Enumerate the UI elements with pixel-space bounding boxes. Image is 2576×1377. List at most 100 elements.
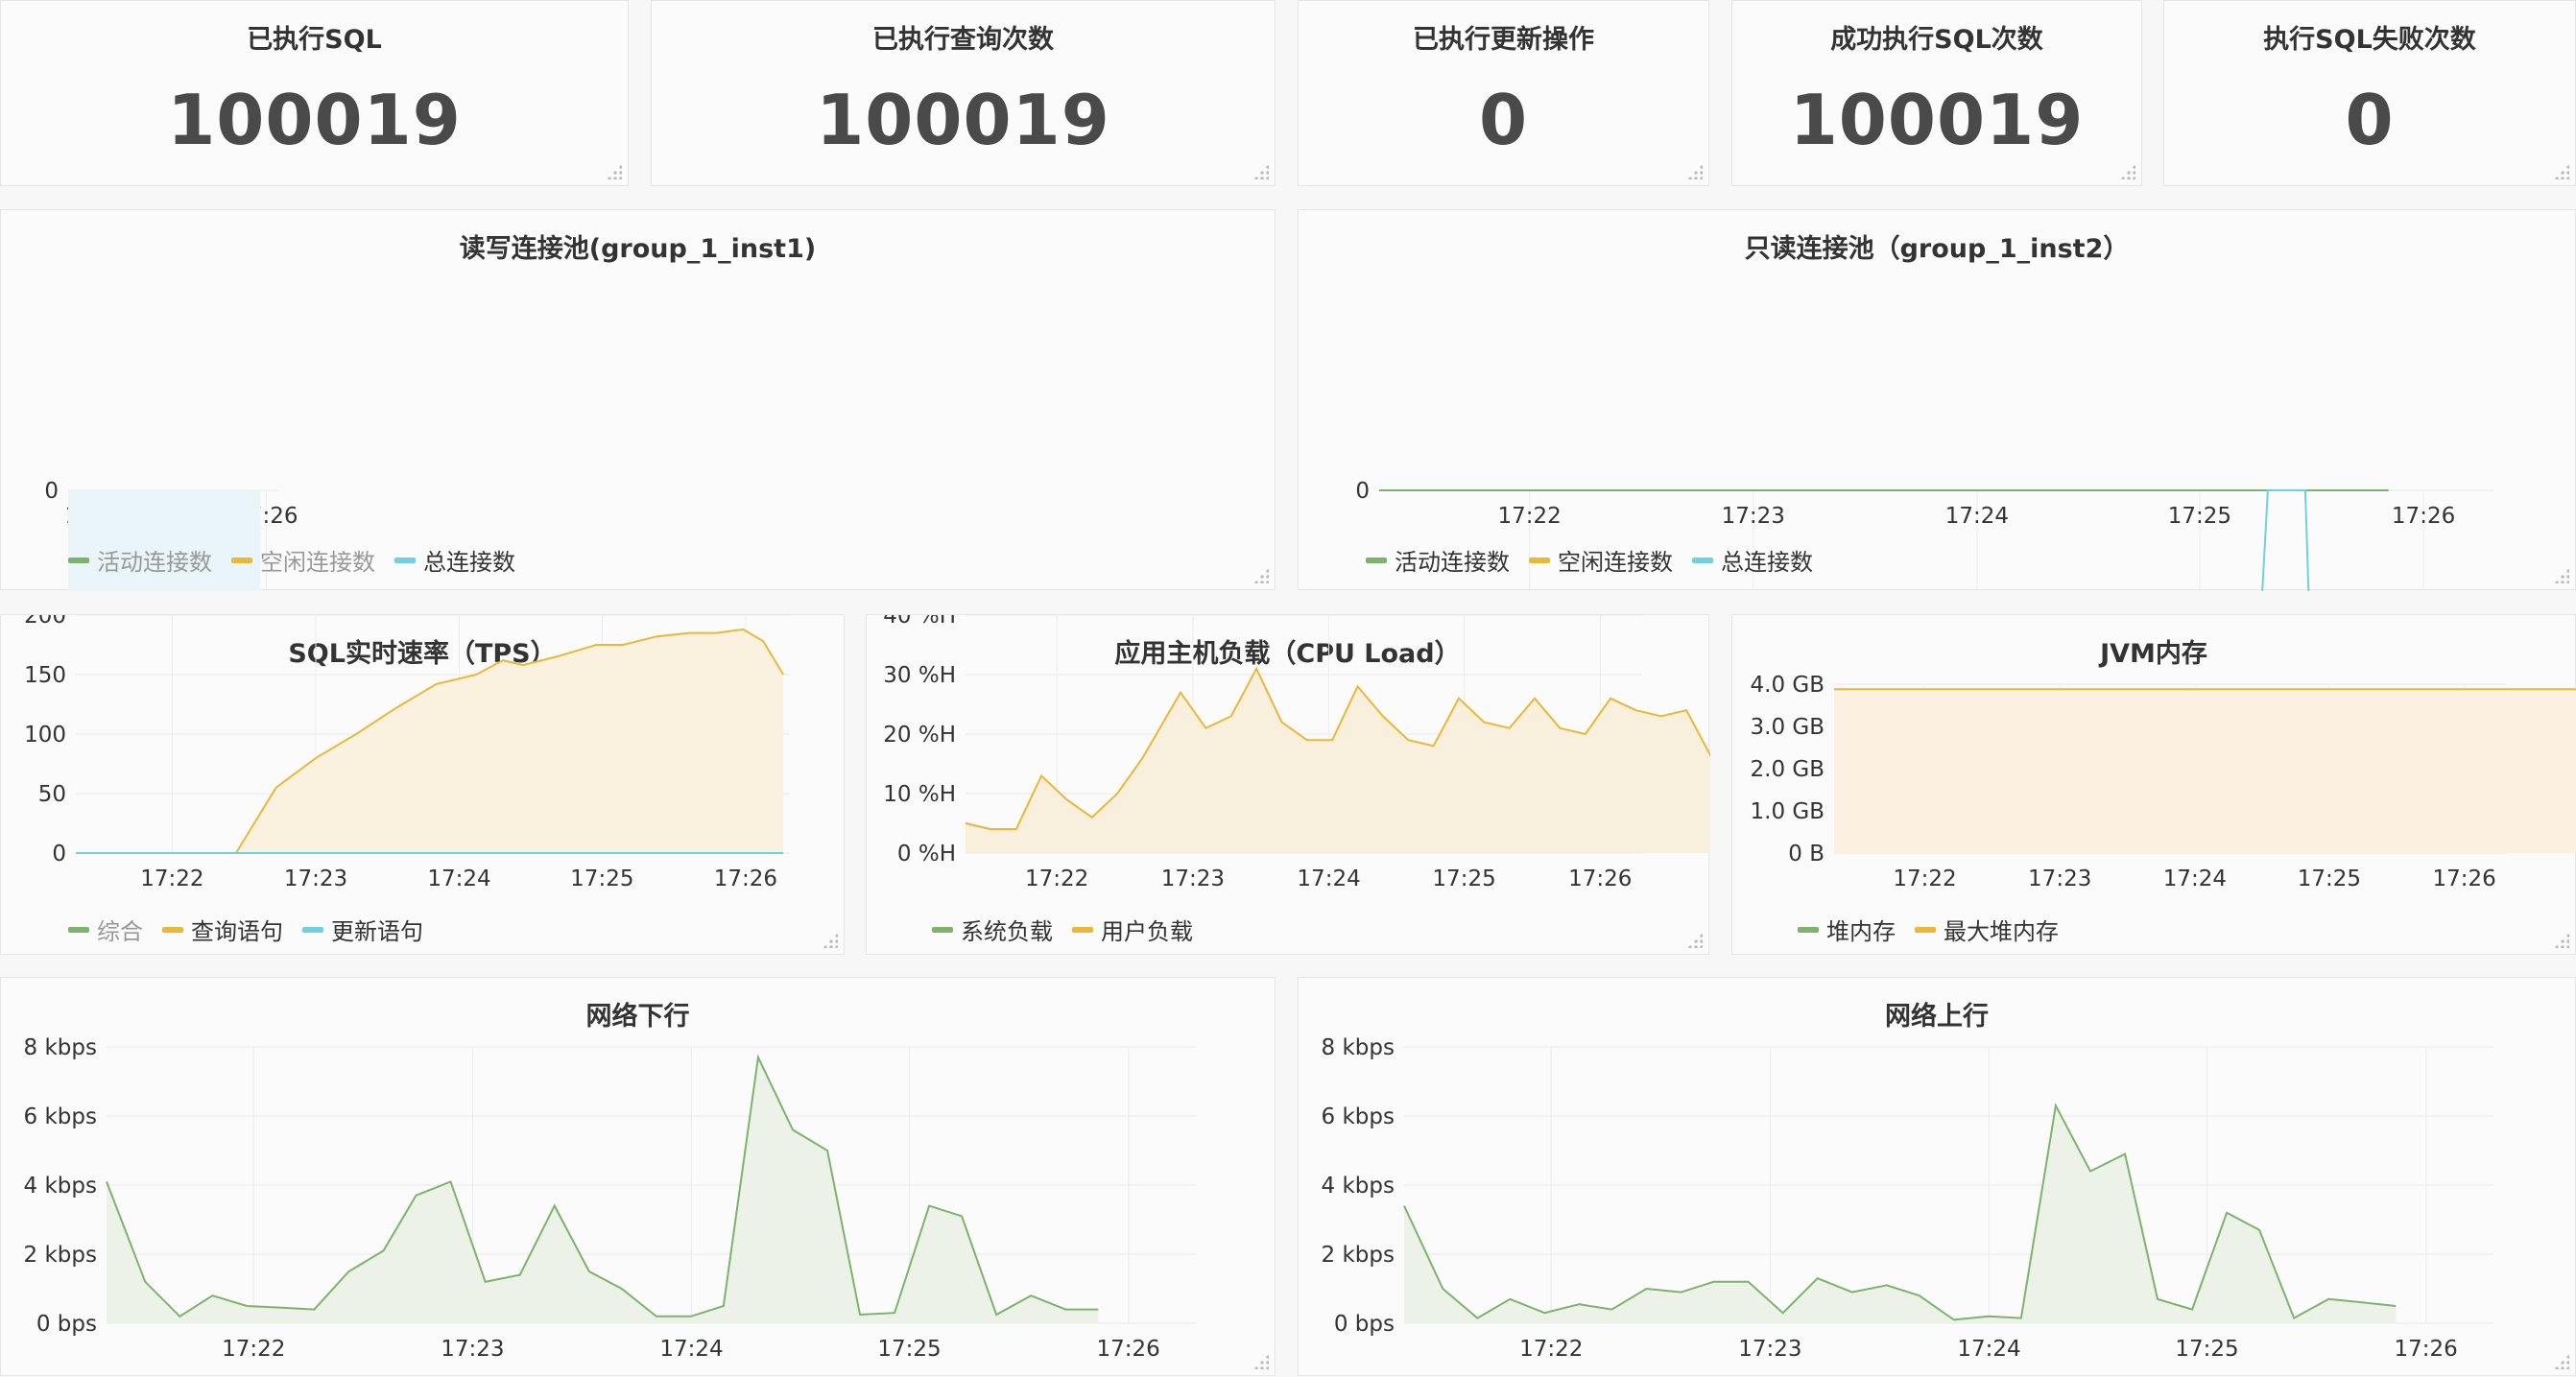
- legend-item[interactable]: 活动连接数: [1366, 543, 1510, 577]
- legend-swatch: [68, 557, 89, 563]
- x-tick-label: 17:23: [1722, 504, 1785, 529]
- y-tick-label: 20 %H: [883, 723, 956, 748]
- legend-item[interactable]: 总连接数: [394, 543, 515, 577]
- stat-panel-executed-updates[interactable]: 已执行更新操作 0: [1298, 0, 1709, 186]
- legend: 堆内存 最大堆内存: [1798, 913, 2059, 946]
- x-tick-label: 17:22: [1893, 867, 1956, 891]
- stat-panel-executed-sql[interactable]: 已执行SQL 100019: [0, 0, 629, 186]
- y-tick-label: 10 %H: [883, 782, 956, 807]
- legend-item[interactable]: 活动连接数: [68, 543, 212, 577]
- y-tick-label: 3.0 GB: [1751, 715, 1825, 740]
- legend-label: 查询语句: [191, 918, 283, 945]
- chart: 8 kbps 6 kbps 4 kbps 2 kbps 0 bps 17:22 17:23 1…: [24, 1035, 1196, 1362]
- series-area: [76, 629, 784, 853]
- y-tick-label: 0 bps: [1334, 1312, 1395, 1337]
- x-tick-label: 17:22: [1497, 504, 1561, 529]
- stat-title: 已执行SQL: [247, 25, 382, 55]
- stat-value: 100019: [1789, 80, 2085, 160]
- legend-label: 总连接数: [1721, 549, 1813, 576]
- y-tick-label: 4 kbps: [1322, 1174, 1395, 1199]
- stat-panel-successful-sql[interactable]: 成功执行SQL次数 100019: [1731, 0, 2142, 186]
- legend: 活动连接数 空闲连接数 总连接数: [68, 543, 515, 577]
- legend-swatch: [1072, 926, 1093, 933]
- legend-swatch: [394, 557, 416, 563]
- graph-panel-jvm-memory[interactable]: JVM内存 4.0 GB 3.0 GB 2.0 GB 1.0 GB 0 B 17:22 17…: [1731, 614, 2576, 955]
- x-tick-label: 17:22: [1519, 1337, 1583, 1362]
- resize-handle-icon[interactable]: [1253, 164, 1269, 179]
- x-tick-label: 17:24: [1945, 504, 2009, 529]
- legend-item[interactable]: 查询语句: [162, 913, 283, 946]
- legend-item[interactable]: 最大堆内存: [1915, 913, 2059, 946]
- series-area: [1404, 1105, 2397, 1323]
- legend-item[interactable]: 系统负载: [932, 913, 1053, 946]
- legend: 系统负载 用户负载: [932, 913, 1193, 946]
- legend-item[interactable]: 综合: [68, 913, 143, 946]
- x-tick-label: 17:22: [222, 1337, 285, 1362]
- legend-item[interactable]: 堆内存: [1798, 913, 1896, 946]
- legend-label: 堆内存: [1826, 918, 1896, 945]
- y-tick-label: 40 %H: [883, 615, 956, 629]
- stat-value: 100019: [167, 80, 462, 160]
- y-tick-label: 8 kbps: [1322, 1035, 1395, 1060]
- legend-label: 活动连接数: [1395, 549, 1510, 576]
- x-tick-label: 17:24: [2163, 867, 2227, 891]
- x-tick-label: 17:25: [2168, 504, 2231, 529]
- chart: 4.0 GB 3.0 GB 2.0 GB 1.0 GB 0 B 17:22 17:23 17:…: [1751, 673, 2576, 891]
- y-tick-label: 4.0 GB: [1751, 673, 1825, 698]
- x-tick-label: 17:25: [1432, 867, 1495, 891]
- y-tick-label: 4 kbps: [24, 1174, 97, 1199]
- graph-panel-network-up[interactable]: 网络上行 8 kbps 6 kbps 4 kbps 2 kbps 0 bps 17:22 1…: [1298, 977, 2576, 1376]
- y-tick-label: 6 kbps: [24, 1104, 97, 1129]
- x-tick-label: 17:25: [2175, 1337, 2238, 1362]
- resize-handle-icon[interactable]: [1687, 164, 1703, 179]
- legend: 活动连接数 空闲连接数 总连接数: [1366, 543, 1813, 577]
- stat-panel-failed-sql[interactable]: 执行SQL失败次数 0: [2163, 0, 2576, 186]
- legend-swatch: [1692, 557, 1713, 563]
- y-tick-label: 100: [24, 723, 66, 748]
- stat-panel-executed-queries[interactable]: 已执行查询次数 100019: [651, 0, 1276, 186]
- legend-swatch: [1366, 557, 1387, 563]
- graph-panel-network-down[interactable]: 网络下行 8 kbps 6 kbps 4 kbps 2 kbps 0 bps 17:22 1…: [0, 977, 1276, 1376]
- stat-value: 100019: [816, 80, 1110, 160]
- legend-label: 空闲连接数: [1558, 549, 1673, 576]
- x-tick-label: 17:25: [570, 867, 633, 891]
- stat-title: 已执行查询次数: [872, 25, 1054, 55]
- legend-swatch: [162, 926, 183, 933]
- x-tick-label: 17:26: [2392, 504, 2455, 529]
- y-tick-label: 2 kbps: [24, 1243, 97, 1268]
- legend-item[interactable]: 更新语句: [302, 913, 423, 946]
- x-tick-label: 17:23: [441, 1337, 504, 1362]
- series-area: [1834, 689, 2576, 853]
- legend-swatch: [231, 557, 252, 563]
- legend-item[interactable]: 空闲连接数: [231, 543, 375, 577]
- chart: 40 %H 30 %H 20 %H 10 %H 0 %H 17:22 17:23 17:24 1…: [883, 615, 1710, 891]
- graph-panel-tps[interactable]: SQL实时速率（TPS） 200 150 100 50 0 17:22 17:23 17:24…: [0, 614, 845, 955]
- y-tick-label: 50: [38, 782, 66, 807]
- legend-item[interactable]: 空闲连接数: [1529, 543, 1673, 577]
- y-tick-label: 0: [1355, 479, 1370, 504]
- y-tick-label: 2 kbps: [1322, 1243, 1395, 1268]
- y-tick-label: 6 kbps: [1322, 1104, 1395, 1129]
- resize-handle-icon[interactable]: [2554, 164, 2569, 179]
- legend-item[interactable]: 总连接数: [1692, 543, 1813, 577]
- graph-panel-ro-pool[interactable]: 只读连接池（group_1_inst2） 1.251.000.750.500.2…: [1298, 209, 2576, 591]
- x-tick-label: 17:22: [140, 867, 203, 891]
- x-tick-label: 17:26: [2432, 867, 2495, 891]
- legend-swatch: [1915, 926, 1936, 933]
- legend-item[interactable]: 用户负载: [1072, 913, 1193, 946]
- legend-swatch: [1798, 926, 1819, 933]
- y-tick-label: 30 %H: [883, 663, 956, 688]
- legend-label: 用户负载: [1101, 918, 1193, 945]
- legend-swatch: [302, 926, 323, 933]
- stat-title: 已执行更新操作: [1413, 25, 1594, 55]
- x-tick-label: 17:26: [1096, 1337, 1159, 1362]
- legend: 综合 查询语句 更新语句: [68, 913, 423, 946]
- x-tick-label: 17:26: [714, 867, 777, 891]
- legend-label: 空闲连接数: [260, 549, 375, 576]
- y-tick-label: 0 %H: [897, 842, 956, 867]
- graph-panel-cpu-load[interactable]: 应用主机负载（CPU Load） 40 %H 30 %H 20 %H 10 %H 0 %…: [866, 614, 1710, 955]
- chart: 8 kbps 6 kbps 4 kbps 2 kbps 0 bps 17:22 17:23 1…: [1322, 1035, 2493, 1362]
- graph-panel-rw-pool[interactable]: 读写连接池(group_1_inst1) 2.52.01.51.00.5017:…: [0, 209, 1276, 591]
- resize-handle-icon[interactable]: [2120, 164, 2135, 179]
- resize-handle-icon[interactable]: [607, 164, 622, 179]
